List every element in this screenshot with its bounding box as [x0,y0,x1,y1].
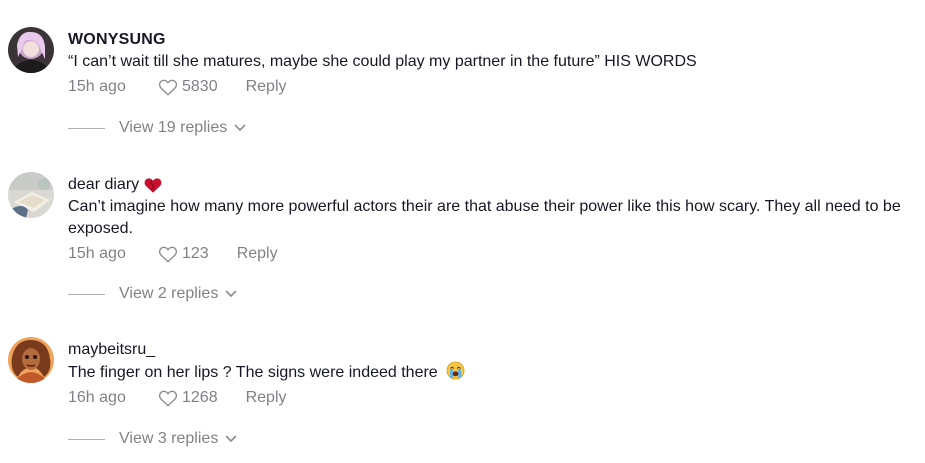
heart-outline-icon [158,390,178,407]
divider-line [68,293,105,295]
like-count: 5830 [182,78,218,95]
heart-emoji-icon [144,178,162,193]
comment-username[interactable]: dear diary [68,175,921,195]
like-count: 123 [182,245,209,262]
avatar[interactable] [8,27,54,73]
avatar[interactable] [8,172,54,218]
view-replies-button[interactable]: View 2 replies [68,285,237,303]
avatar[interactable] [8,337,54,383]
username-text[interactable]: WONYSUNG [68,30,166,50]
comment-meta: 15h ago 5830 Reply [68,76,921,98]
comment-text: Can’t imagine how many more powerful act… [68,198,901,237]
comment-meta: 15h ago 123 Reply [68,243,921,265]
comment-text: The finger on her lips ? The signs were … [68,361,921,384]
username-text[interactable]: maybeitsru_ [68,340,155,360]
like-count: 1268 [182,389,218,406]
comment-meta: 16h ago 1268 Reply [68,387,921,409]
view-replies-button[interactable]: View 19 replies [68,119,246,137]
reply-button[interactable]: Reply [246,389,287,407]
comment-timestamp: 16h ago [68,389,126,406]
reply-button[interactable]: Reply [246,78,287,96]
like-button[interactable]: 5830 [158,78,218,96]
view-replies-label: View 2 replies [119,285,219,302]
view-replies-label: View 19 replies [119,119,228,136]
avatar-image [8,172,54,218]
crying-face-emoji-icon [446,361,465,380]
avatar-image [8,337,54,383]
username-text[interactable]: dear diary [68,175,139,195]
avatar-image [8,27,54,73]
comment-username[interactable]: WONYSUNG [68,30,921,50]
chevron-down-icon [226,435,237,442]
like-button[interactable]: 1268 [158,389,218,407]
like-button[interactable]: 123 [158,245,209,263]
comment-timestamp: 15h ago [68,78,126,95]
chevron-down-icon [226,290,237,297]
heart-outline-icon [158,246,178,263]
comment-timestamp: 15h ago [68,245,126,262]
view-replies-label: View 3 replies [119,430,219,447]
reply-button[interactable]: Reply [237,245,278,263]
comment-username[interactable]: maybeitsru_ [68,340,921,360]
divider-line [68,438,105,440]
chevron-down-icon [234,124,246,131]
comment-text-body: The finger on her lips ? The signs were … [68,364,438,381]
comment-text: “I can’t wait till she matures, maybe sh… [68,53,697,70]
divider-line [68,127,105,129]
view-replies-button[interactable]: View 3 replies [68,430,237,448]
heart-outline-icon [158,79,178,96]
